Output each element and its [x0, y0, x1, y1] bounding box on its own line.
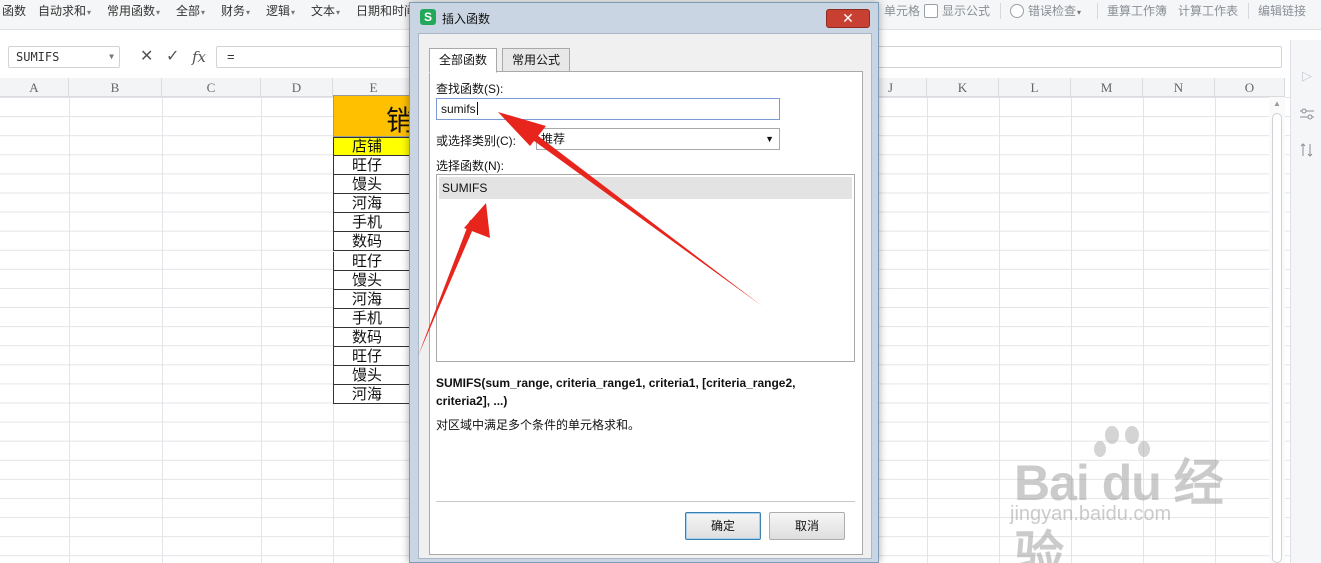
tab-panel: 查找函数(S): sumifs 或选择类别(C): 推荐 ▼ 选择函数(N): S…	[429, 71, 863, 555]
divider	[436, 501, 855, 502]
ribbon-separator	[1000, 3, 1001, 19]
ribbon-separator	[1248, 3, 1249, 19]
ribbon-logic-button[interactable]: 逻辑▾	[266, 0, 295, 22]
category-label: 或选择类别(C):	[436, 134, 516, 148]
ribbon-calc-sheet-button[interactable]: 计算工作表	[1178, 0, 1238, 22]
cancel-formula-icon[interactable]: ✕	[140, 47, 153, 67]
column-header-b[interactable]: B	[69, 78, 162, 97]
insert-function-dialog: S 插入函数 ✕ 全部函数 常用公式 查找函数(S): sumifs 或选择类别…	[409, 2, 879, 563]
grid-line	[162, 97, 163, 563]
show-formula-icon	[924, 4, 938, 18]
store-cell[interactable]: 旺仔	[333, 347, 415, 366]
sheet-title-cell[interactable]: 销	[333, 95, 415, 137]
close-button[interactable]: ✕	[826, 9, 870, 28]
ribbon-recalc-workbook-button[interactable]: 重算工作簿	[1107, 0, 1167, 22]
grid-line	[69, 97, 70, 563]
function-list-label: 选择函数(N):	[436, 159, 504, 173]
scrollbar-thumb[interactable]	[1272, 113, 1282, 563]
store-cell[interactable]: 数码	[333, 327, 415, 347]
column-header-a[interactable]: A	[0, 78, 69, 97]
fx-icon[interactable]: fx	[192, 47, 206, 67]
sort-icon[interactable]	[1299, 142, 1315, 158]
play-icon[interactable]: ▷	[1299, 68, 1315, 84]
ribbon-datetime-button[interactable]: 日期和时间	[356, 0, 416, 22]
ribbon-function-button[interactable]: 函数	[2, 0, 26, 22]
tab-common-formulas[interactable]: 常用公式	[502, 48, 571, 72]
confirm-formula-icon[interactable]: ✓	[166, 47, 179, 67]
baidu-watermark: Bai du 经验 jingyan.baidu.com	[1010, 425, 1250, 563]
error-check-icon	[1010, 4, 1024, 18]
column-header-d[interactable]: D	[261, 78, 333, 97]
ribbon-text-button[interactable]: 文本▾	[311, 0, 340, 22]
dialog-body: 全部函数 常用公式 查找函数(S): sumifs 或选择类别(C): 推荐 ▼ …	[418, 33, 872, 559]
chevron-down-icon: ▼	[109, 52, 114, 61]
watermark-url: jingyan.baidu.com	[1010, 503, 1172, 525]
search-label: 查找函数(S):	[436, 82, 504, 96]
scroll-up-icon[interactable]: ▲	[1269, 97, 1285, 111]
column-header-l[interactable]: L	[999, 78, 1071, 97]
function-list[interactable]: SUMIFS	[436, 174, 855, 362]
grid-line	[261, 97, 262, 563]
dialog-title-bar[interactable]: S 插入函数 ✕	[410, 3, 878, 31]
store-cell[interactable]: 旺仔	[333, 251, 415, 271]
column-header-n[interactable]: N	[1143, 78, 1215, 97]
category-select[interactable]: 推荐 ▼	[536, 128, 780, 150]
store-cell[interactable]: 河海	[333, 289, 415, 309]
text-cursor	[476, 102, 478, 115]
cancel-button[interactable]: 取消	[769, 512, 845, 540]
right-side-panel: ▷	[1290, 40, 1321, 563]
ribbon-separator	[1097, 3, 1098, 19]
store-cell[interactable]: 旺仔	[333, 156, 415, 175]
store-cell[interactable]: 馒头	[333, 175, 415, 195]
ribbon-error-check-button[interactable]: 错误检查▾	[1010, 0, 1081, 22]
ribbon-autosum-button[interactable]: 自动求和▾	[38, 0, 91, 22]
store-cell[interactable]: 手机	[333, 308, 415, 328]
ribbon-show-formula-button[interactable]: 显示公式	[924, 0, 990, 22]
wps-logo-icon: S	[420, 9, 436, 25]
column-header-c[interactable]: C	[162, 78, 261, 97]
store-cell[interactable]: 河海	[333, 385, 415, 405]
function-search-input[interactable]: sumifs	[436, 98, 780, 120]
column-header-m[interactable]: M	[1071, 78, 1143, 97]
function-description: 对区域中满足多个条件的单元格求和。	[436, 418, 641, 432]
dialog-title: 插入函数	[442, 12, 491, 26]
wps-spreadsheet-window: 函数 自动求和▾ 常用函数▾ 全部▾ 财务▾ 逻辑▾ 文本▾ 日期和时间 单元格…	[0, 0, 1321, 563]
ribbon-common-functions-button[interactable]: 常用函数▾	[107, 0, 160, 22]
name-box[interactable]: SUMIFS ▼	[8, 46, 120, 68]
ribbon-all-button[interactable]: 全部▾	[176, 0, 205, 22]
function-list-item-sumifs[interactable]: SUMIFS	[439, 177, 852, 199]
grid-line	[999, 97, 1000, 563]
column-header-k[interactable]: K	[927, 78, 999, 97]
tab-all-functions[interactable]: 全部函数	[429, 48, 498, 73]
store-cell[interactable]: 馒头	[333, 366, 415, 386]
store-cell[interactable]: 河海	[333, 194, 415, 214]
column-header-o[interactable]: O	[1215, 78, 1285, 97]
store-cell[interactable]: 数码	[333, 232, 415, 252]
ribbon-edit-links-button[interactable]: 编辑链接	[1258, 0, 1306, 22]
function-syntax: SUMIFS(sum_range, criteria_range1, crite…	[436, 376, 796, 408]
settings-sliders-icon[interactable]	[1299, 106, 1315, 122]
ok-button[interactable]: 确定	[685, 512, 761, 540]
store-cell[interactable]: 馒头	[333, 270, 415, 290]
store-cell[interactable]: 手机	[333, 213, 415, 233]
chevron-down-icon: ▼	[765, 134, 774, 144]
grid-line	[927, 97, 928, 563]
ribbon-finance-button[interactable]: 财务▾	[221, 0, 250, 22]
ribbon-cell-button[interactable]: 单元格	[884, 0, 920, 22]
store-header-cell[interactable]: 店铺	[333, 137, 415, 156]
vertical-scrollbar[interactable]: ▲	[1269, 97, 1285, 563]
